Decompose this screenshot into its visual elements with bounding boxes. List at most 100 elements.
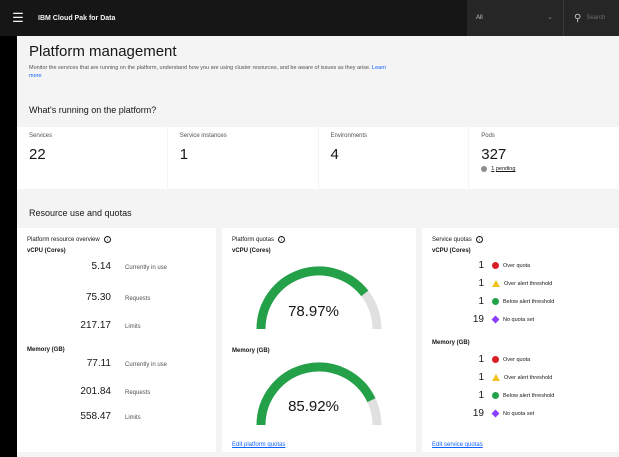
gauge-track (256, 362, 382, 426)
vcpu-quota-percent: 78.97% (288, 303, 339, 320)
quota-status-row[interactable]: 19 No quota set (432, 314, 534, 325)
overview-row: 75.30 Requests (27, 292, 150, 303)
gauge-track (256, 266, 382, 330)
tile-label: Pods (481, 133, 495, 139)
below-threshold-icon (492, 392, 499, 399)
quota-status-row[interactable]: 1 Over quota (432, 260, 530, 271)
quota-count: 1 (478, 260, 484, 271)
chevron-down-icon: ⌄ (547, 14, 553, 21)
quota-count: 1 (478, 390, 484, 401)
memory-label: Memory (GB) (232, 348, 270, 354)
service-quotas-card: Service quotas i vCPU (Cores) 1 Over quota… (422, 228, 619, 452)
edit-service-quotas-link[interactable]: Edit service quotas (432, 442, 483, 448)
overview-row: 201.84 Requests (27, 386, 150, 397)
overview-label: Requests (125, 390, 151, 396)
overview-label: Currently in use (125, 265, 168, 271)
overview-label: Requests (125, 296, 151, 302)
platform-resource-overview-card: Platform resource overview i vCPU (Cores)… (17, 228, 216, 452)
over-quota-icon (492, 356, 499, 363)
search-placeholder: Search (586, 15, 606, 21)
tile-value: 22 (29, 146, 46, 163)
quota-count: 19 (472, 408, 484, 419)
quota-status-row[interactable]: 1 Over alert threshold (432, 278, 552, 289)
info-icon[interactable]: i (278, 236, 286, 243)
quota-status-label: No quota set (503, 316, 535, 323)
overview-value: 77.11 (86, 358, 111, 369)
edit-platform-quotas-link[interactable]: Edit platform quotas (232, 442, 285, 448)
vcpu-label: vCPU (Cores) (232, 248, 271, 254)
platform-management-page: Platform management Monitor the services… (17, 36, 619, 457)
memory-label: Memory (GB) (432, 340, 470, 346)
running-tiles: Services 22 Service instances 1 Environm… (17, 127, 619, 189)
overview-value: 217.17 (80, 320, 111, 331)
quota-status-row[interactable]: 1 Below alert threshold (432, 296, 554, 307)
tile-value: 1 (179, 146, 189, 163)
tile-services[interactable]: Services 22 (17, 127, 167, 189)
tile-label: Environments (330, 133, 368, 139)
card-title: Platform quotas i (232, 236, 406, 243)
pending-pods-link[interactable]: 1 pending (481, 166, 607, 172)
page-description: Monitor the services that are running on… (29, 65, 387, 79)
overview-label: Limits (125, 324, 141, 330)
vcpu-label: vCPU (Cores) (27, 248, 66, 254)
quota-status-label: Below alert threshold (503, 298, 555, 305)
quota-status-label: Over alert threshold (504, 374, 553, 381)
tile-value: 4 (330, 146, 339, 163)
gauge-fill (256, 362, 376, 426)
quota-status-row[interactable]: 1 Over alert threshold (432, 372, 552, 383)
memory-quota-percent: 85.92% (288, 398, 339, 415)
pending-count: 1 (491, 166, 495, 172)
alert-threshold-icon (492, 374, 500, 381)
quota-status-label: Over quota (503, 262, 531, 269)
below-threshold-icon (492, 298, 499, 305)
tile-environments[interactable]: Environments 4 (318, 127, 469, 189)
overview-value: 75.30 (85, 292, 111, 303)
scope-dropdown-value: All (476, 15, 483, 21)
pending-status-icon (481, 166, 488, 172)
quota-status-row[interactable]: 1 Below alert threshold (432, 390, 554, 401)
quota-status-label: Below alert threshold (503, 392, 555, 399)
overview-value: 201.84 (80, 386, 111, 397)
overview-row: 5.14 Currently in use (27, 261, 168, 272)
hamburger-menu-icon[interactable]: ☰ (0, 0, 36, 36)
overview-value: 5.14 (91, 261, 111, 272)
top-nav-bar: ☰ IBM Cloud Pak for Data All ⌄ ⚲ Search (0, 0, 619, 36)
overview-row: 217.17 Limits (27, 320, 141, 331)
platform-quotas-card: Platform quotas i vCPU (Cores) 78.97% Mem… (222, 228, 416, 452)
quota-status-row[interactable]: 1 Over quota (432, 354, 530, 365)
resources-section-title: Resource use and quotas (29, 208, 132, 218)
quota-count: 1 (478, 354, 484, 365)
gauge-fill (256, 266, 369, 330)
quota-count: 1 (478, 278, 484, 289)
tile-value: 327 (481, 146, 507, 163)
running-section-title: What's running on the platform? (29, 105, 157, 115)
page-header: Platform management Monitor the services… (17, 36, 619, 91)
no-quota-icon (491, 315, 500, 324)
search-box[interactable]: ⚲ Search (563, 0, 619, 36)
overview-value: 558.47 (80, 411, 111, 422)
quota-count: 1 (478, 296, 484, 307)
quota-count: 1 (478, 372, 484, 383)
over-quota-icon (492, 262, 499, 269)
tile-service-instances[interactable]: Service instances 1 (167, 127, 318, 189)
quota-status-label: Over alert threshold (504, 280, 553, 287)
tile-label: Service instances (179, 133, 227, 139)
card-title: Service quotas i (432, 236, 609, 243)
page-title: Platform management (29, 43, 177, 60)
vcpu-quota-gauge (256, 266, 382, 330)
vcpu-label: vCPU (Cores) (432, 248, 471, 254)
quota-status-label: No quota set (503, 410, 535, 417)
resource-cards: Platform resource overview i vCPU (Cores)… (17, 228, 619, 452)
overview-label: Limits (125, 415, 141, 421)
info-icon[interactable]: i (103, 236, 111, 243)
info-icon[interactable]: i (475, 236, 483, 243)
quota-count: 19 (472, 314, 484, 325)
tile-label: Services (29, 133, 53, 139)
scope-dropdown[interactable]: All ⌄ (467, 0, 563, 36)
product-name[interactable]: IBM Cloud Pak for Data (38, 15, 115, 22)
quota-status-row[interactable]: 19 No quota set (432, 408, 534, 419)
tile-pods[interactable]: Pods 327 1 pending (469, 127, 619, 189)
no-quota-icon (491, 409, 500, 418)
quota-status-label: Over quota (503, 356, 531, 363)
search-icon: ⚲ (574, 12, 582, 24)
